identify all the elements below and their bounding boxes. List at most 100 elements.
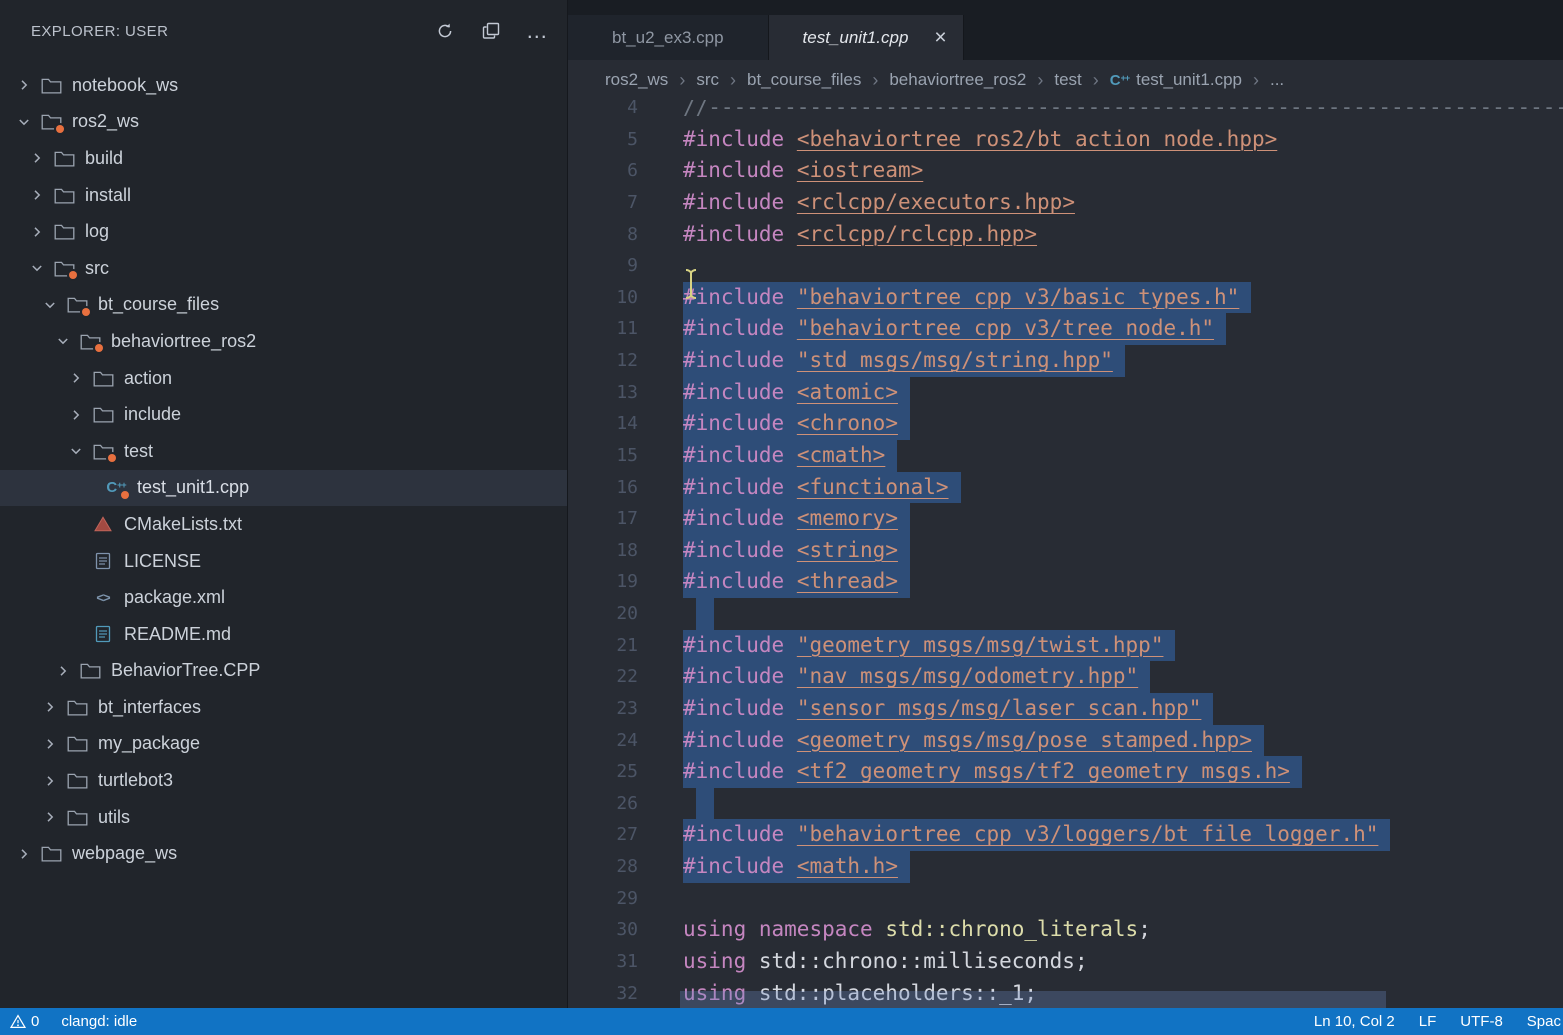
line-number[interactable]: 23 [568, 693, 638, 725]
code-line[interactable]: 22#include "nav_msgs/msg/odometry.hpp" [568, 661, 1563, 693]
chevron-right-icon[interactable] [42, 773, 58, 789]
code-editor[interactable]: 4//-------------------------------------… [568, 100, 1563, 1008]
tree-item-test[interactable]: test [0, 433, 567, 470]
code-line[interactable]: 8#include <rclcpp/rclcpp.hpp> [568, 219, 1563, 251]
code-line[interactable]: 5#include <behaviortree_ros2/bt_action_n… [568, 124, 1563, 156]
tree-item-bt_interfaces[interactable]: bt_interfaces [0, 689, 567, 726]
breadcrumb-item[interactable]: ros2_ws [605, 70, 668, 90]
line-number[interactable]: 15 [568, 440, 638, 472]
chevron-right-icon[interactable] [42, 809, 58, 825]
chevron-right-icon[interactable] [29, 187, 45, 203]
cursor-position[interactable]: Ln 10, Col 2 [1314, 1013, 1395, 1030]
chevron-down-icon[interactable] [29, 260, 45, 276]
tree-item-my_package[interactable]: my_package [0, 726, 567, 763]
code-line[interactable]: 7#include <rclcpp/executors.hpp> [568, 187, 1563, 219]
code-line[interactable]: 13#include <atomic> [568, 377, 1563, 409]
tree-item-package.xml[interactable]: <>package.xml [0, 579, 567, 616]
horizontal-scrollbar[interactable] [568, 991, 1563, 1008]
tree-item-install[interactable]: install [0, 177, 567, 214]
line-number[interactable]: 18 [568, 535, 638, 567]
tree-item-BehaviorTree.CPP[interactable]: BehaviorTree.CPP [0, 653, 567, 690]
line-number[interactable]: 13 [568, 377, 638, 409]
line-number[interactable]: 25 [568, 756, 638, 788]
tree-item-webpage_ws[interactable]: webpage_ws [0, 835, 567, 872]
explorer-header[interactable]: EXPLORER: USER … [0, 0, 567, 62]
code-line[interactable]: 4//-------------------------------------… [568, 100, 1563, 124]
line-number[interactable]: 30 [568, 914, 638, 946]
line-number[interactable]: 9 [568, 250, 638, 282]
eol-indicator[interactable]: LF [1419, 1013, 1437, 1030]
code-line[interactable]: 15#include <cmath> [568, 440, 1563, 472]
code-line[interactable]: 23#include "sensor_msgs/msg/laser_scan.h… [568, 693, 1563, 725]
line-number[interactable]: 5 [568, 124, 638, 156]
line-number[interactable]: 8 [568, 219, 638, 251]
breadcrumb-item[interactable]: C++test_unit1.cpp [1110, 70, 1242, 90]
line-number[interactable]: 16 [568, 472, 638, 504]
line-number[interactable]: 26 [568, 788, 638, 820]
tree-item-include[interactable]: include [0, 396, 567, 433]
code-line[interactable]: 20 [568, 598, 1563, 630]
refresh-icon[interactable] [435, 21, 455, 41]
collapse-folders-icon[interactable] [481, 21, 501, 41]
chevron-down-icon[interactable] [55, 333, 71, 349]
line-number[interactable]: 4 [568, 100, 638, 124]
tree-item-turtlebot3[interactable]: turtlebot3 [0, 762, 567, 799]
code-line[interactable]: 11#include "behaviortree_cpp_v3/tree_nod… [568, 313, 1563, 345]
code-line[interactable]: 18#include <string> [568, 535, 1563, 567]
chevron-down-icon[interactable] [16, 114, 32, 130]
line-number[interactable]: 22 [568, 661, 638, 693]
tree-item-ros2_ws[interactable]: ros2_ws [0, 104, 567, 141]
scrollbar-slider[interactable] [680, 991, 1386, 1008]
line-number[interactable]: 20 [568, 598, 638, 630]
line-number[interactable]: 7 [568, 187, 638, 219]
code-line[interactable]: 9 [568, 250, 1563, 282]
problems-indicator[interactable]: 0 [10, 1013, 39, 1030]
code-line[interactable]: 16#include <functional> [568, 472, 1563, 504]
chevron-right-icon[interactable] [16, 846, 32, 862]
tree-item-log[interactable]: log [0, 213, 567, 250]
breadcrumb-item[interactable]: test [1054, 70, 1081, 90]
tree-item-LICENSE[interactable]: LICENSE [0, 543, 567, 580]
tree-item-utils[interactable]: utils [0, 799, 567, 836]
line-number[interactable]: 12 [568, 345, 638, 377]
code-line[interactable]: 6#include <iostream> [568, 155, 1563, 187]
code-line[interactable]: 21#include "geometry_msgs/msg/twist.hpp" [568, 630, 1563, 662]
indent-indicator[interactable]: Spac [1527, 1013, 1561, 1030]
code-line[interactable]: 14#include <chrono> [568, 408, 1563, 440]
line-number[interactable]: 27 [568, 819, 638, 851]
code-line[interactable]: 19#include <thread> [568, 566, 1563, 598]
chevron-right-icon[interactable] [29, 224, 45, 240]
more-actions-icon[interactable]: … [527, 21, 547, 41]
line-number[interactable]: 24 [568, 725, 638, 757]
code-line[interactable]: 10#include "behaviortree_cpp_v3/basic_ty… [568, 282, 1563, 314]
tree-item-behaviortree_ros2[interactable]: behaviortree_ros2 [0, 323, 567, 360]
line-number[interactable]: 6 [568, 155, 638, 187]
tree-item-README.md[interactable]: README.md [0, 616, 567, 653]
tab-bt_u2_ex3.cpp[interactable]: bt_u2_ex3.cpp [568, 15, 769, 60]
tree-item-action[interactable]: action [0, 360, 567, 397]
clangd-status[interactable]: clangd: idle [61, 1013, 137, 1030]
chevron-right-icon[interactable] [42, 736, 58, 752]
line-number[interactable]: 31 [568, 946, 638, 978]
line-number[interactable]: 17 [568, 503, 638, 535]
code-line[interactable]: 31using std::chrono::milliseconds; [568, 946, 1563, 978]
line-number[interactable]: 21 [568, 630, 638, 662]
chevron-right-icon[interactable] [68, 407, 84, 423]
chevron-down-icon[interactable] [68, 443, 84, 459]
code-line[interactable]: 30using namespace std::chrono_literals; [568, 914, 1563, 946]
line-number[interactable]: 14 [568, 408, 638, 440]
tree-item-build[interactable]: build [0, 140, 567, 177]
code-line[interactable]: 26 [568, 788, 1563, 820]
chevron-down-icon[interactable] [42, 297, 58, 313]
tree-item-CMakeLists.txt[interactable]: CMakeLists.txt [0, 506, 567, 543]
line-number[interactable]: 29 [568, 883, 638, 915]
breadcrumb-item[interactable]: behaviortree_ros2 [889, 70, 1026, 90]
close-icon[interactable]: × [934, 27, 946, 48]
tree-item-bt_course_files[interactable]: bt_course_files [0, 287, 567, 324]
line-number[interactable]: 28 [568, 851, 638, 883]
code-line[interactable]: 25#include <tf2_geometry_msgs/tf2_geomet… [568, 756, 1563, 788]
chevron-right-icon[interactable] [55, 663, 71, 679]
chevron-right-icon[interactable] [42, 699, 58, 715]
chevron-right-icon[interactable] [68, 370, 84, 386]
tree-item-src[interactable]: src [0, 250, 567, 287]
